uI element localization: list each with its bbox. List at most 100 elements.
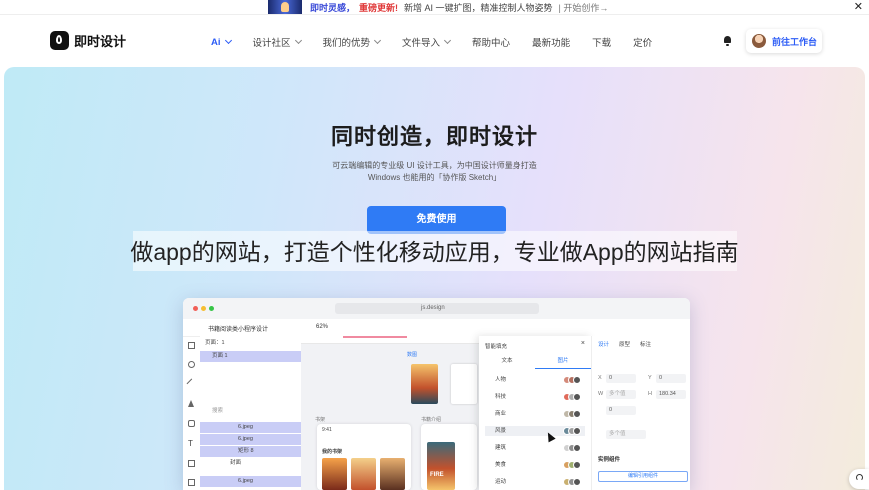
tool-rail: T [183, 336, 201, 490]
smart-fill-panel: 智能填充 × 文本 图片 人物 科技 商业 风景 建筑 美食 运动 [479, 336, 591, 490]
workspace-button[interactable]: 前往工作台 [746, 29, 822, 53]
logo[interactable]: 即时设计 [50, 31, 126, 50]
my-books-heading: 我的书架 [322, 449, 343, 455]
menu-item-advantages[interactable]: 我们的优势 [322, 35, 382, 49]
poster-text: FIRE [430, 472, 444, 478]
smart-fill-category-architecture[interactable]: 建筑 [485, 443, 585, 453]
tab-text[interactable]: 文本 [479, 355, 535, 368]
tab-image[interactable]: 图片 [535, 355, 591, 369]
search-input[interactable]: 搜索 [200, 406, 313, 417]
tab-design[interactable]: 设计 [598, 340, 609, 348]
menu-item-pricing[interactable]: 定价 [633, 35, 652, 49]
book-cover-image: FIRE [427, 442, 455, 490]
banner-text: 新增 AI 一键扩图，精准控制人物姿势 [404, 2, 553, 13]
instance-heading: 实例组件 [598, 457, 621, 463]
logo-text: 即时设计 [74, 34, 127, 49]
menu-item-label: 我们的优势 [322, 38, 371, 49]
y-field[interactable]: 0 [656, 374, 686, 383]
category-label: 运动 [495, 479, 507, 485]
ellipse-tool-icon [188, 361, 195, 368]
component-tool-icon [188, 479, 195, 486]
smart-fill-category-business[interactable]: 商业 [485, 409, 585, 419]
category-label: 建筑 [495, 445, 507, 451]
page-item[interactable]: 页面 1 [200, 351, 313, 362]
smart-fill-category-food[interactable]: 美食 [485, 460, 585, 470]
file-title: 书籍阅读类小程序设计 [208, 327, 269, 333]
menu-item-label: Ai [211, 36, 221, 48]
frame-label-book-intro: 书籍介绍 [421, 417, 442, 423]
category-label: 风景 [495, 428, 507, 434]
smart-fill-category-tech[interactable]: 科技 [485, 392, 585, 402]
tab-prototype[interactable]: 原型 [619, 340, 630, 348]
ruler-selection [343, 336, 407, 338]
chevron-down-icon [294, 36, 302, 45]
close-icon[interactable]: ✕ [854, 0, 863, 14]
free-use-button[interactable]: 免费使用 [367, 206, 506, 234]
rotation-field[interactable]: 0 [606, 406, 636, 415]
menu-item-label: 帮助中心 [472, 38, 511, 49]
window-maximize-dot [209, 306, 214, 311]
menu-item-label: 下载 [592, 38, 612, 49]
line-tool-icon [186, 378, 197, 389]
smart-fill-category-people[interactable]: 人物 [485, 375, 585, 385]
category-label: 美食 [495, 462, 507, 468]
edit-component-button[interactable]: 编辑引用组件 [598, 471, 688, 482]
design-canvas[interactable]: 数图 书架 书籍介绍 9:41 我的书架 FIRE [301, 336, 479, 490]
browser-bar: js.design [183, 298, 690, 320]
smart-fill-tabs: 文本 图片 [479, 355, 591, 369]
headset-icon[interactable] [849, 469, 869, 489]
x-field[interactable]: 0 [606, 374, 636, 383]
banner-illustration [268, 0, 302, 14]
chevron-down-icon [224, 36, 232, 45]
opacity-field[interactable]: 多个值 [606, 430, 646, 439]
hero-subtitle-line-1: 可云端编辑的专业级 UI 设计工具，为中国设计师量身打造 [332, 161, 537, 170]
book-cover-image[interactable] [451, 364, 477, 404]
window-close-dot [193, 306, 198, 311]
banner-cta-link[interactable]: | 开始创作→ [559, 1, 609, 14]
logo-icon [50, 31, 69, 50]
image-tool-icon [188, 460, 195, 467]
phone-frame-bookshelf[interactable]: 9:41 我的书架 [317, 424, 411, 490]
avatar [752, 34, 766, 48]
announcement-banner[interactable]: 即时灵感， 重磅更新! 新增 AI 一键扩图，精准控制人物姿势 | 开始创作→ … [0, 0, 869, 15]
window-minimize-dot [201, 306, 206, 311]
menu-item-file-import[interactable]: 文件导入 [402, 35, 452, 49]
book-cover-image [322, 458, 347, 490]
banner-highlight-update: 重磅更新! [359, 2, 399, 13]
smart-fill-category-landscape[interactable]: 风景 [485, 426, 585, 436]
book-cover-image [380, 458, 405, 490]
smart-fill-category-sports[interactable]: 运动 [485, 477, 585, 487]
height-field[interactable]: 180.34 [656, 390, 686, 399]
bell-icon[interactable] [723, 36, 732, 46]
editor-mockup: js.design 书籍阅读类小程序设计 62% T 页面：1 页面 1 搜索 … [183, 298, 690, 490]
horizontal-ruler [301, 336, 479, 344]
menu-item-new-features[interactable]: 最新功能 [532, 35, 570, 49]
menu-item-label: 定价 [633, 38, 653, 49]
book-cover-image[interactable] [411, 364, 438, 404]
chevron-down-icon [373, 36, 382, 45]
hero-title: 同时创造，即时设计 [330, 124, 538, 149]
width-field[interactable]: 多个值 [606, 390, 636, 399]
main-menu: Ai 设计社区 我们的优势 文件导入 帮助中心 最新功能 下载 定价 [211, 35, 674, 50]
menu-item-help-center[interactable]: 帮助中心 [472, 35, 510, 49]
category-label: 商业 [495, 411, 507, 417]
layers-panel: 页面：1 页面 1 搜索 6.jpeg 6.jpeg 矩形 8 封面 6.jpe… [200, 336, 339, 490]
menu-item-design-community[interactable]: 设计社区 [252, 35, 302, 49]
pen-tool-icon [188, 420, 195, 427]
triangle-tool-icon [188, 400, 194, 407]
menu-item-download[interactable]: 下载 [592, 35, 611, 49]
canvas-frame-label: 数图 [407, 352, 418, 358]
text-tool-icon: T [188, 439, 193, 448]
overlay-caption: 做app的网站，打造个性化移动应用，专业做App的网站指南 [130, 239, 739, 265]
menu-item-ai[interactable]: Ai [211, 35, 232, 49]
phone-time: 9:41 [322, 427, 332, 433]
frame-tool-icon [188, 342, 195, 349]
banner-content[interactable]: 即时灵感， 重磅更新! 新增 AI 一键扩图，精准控制人物姿势 | 开始创作→ [268, 0, 608, 14]
close-icon[interactable]: × [581, 340, 585, 347]
menu-item-label: 设计社区 [252, 38, 291, 49]
tab-annotation[interactable]: 标注 [640, 340, 651, 348]
url-text: js.design [421, 305, 445, 311]
phone-frame-book-intro[interactable]: FIRE [421, 424, 477, 490]
menu-item-label: 最新功能 [532, 38, 571, 49]
chevron-down-icon [444, 36, 452, 45]
